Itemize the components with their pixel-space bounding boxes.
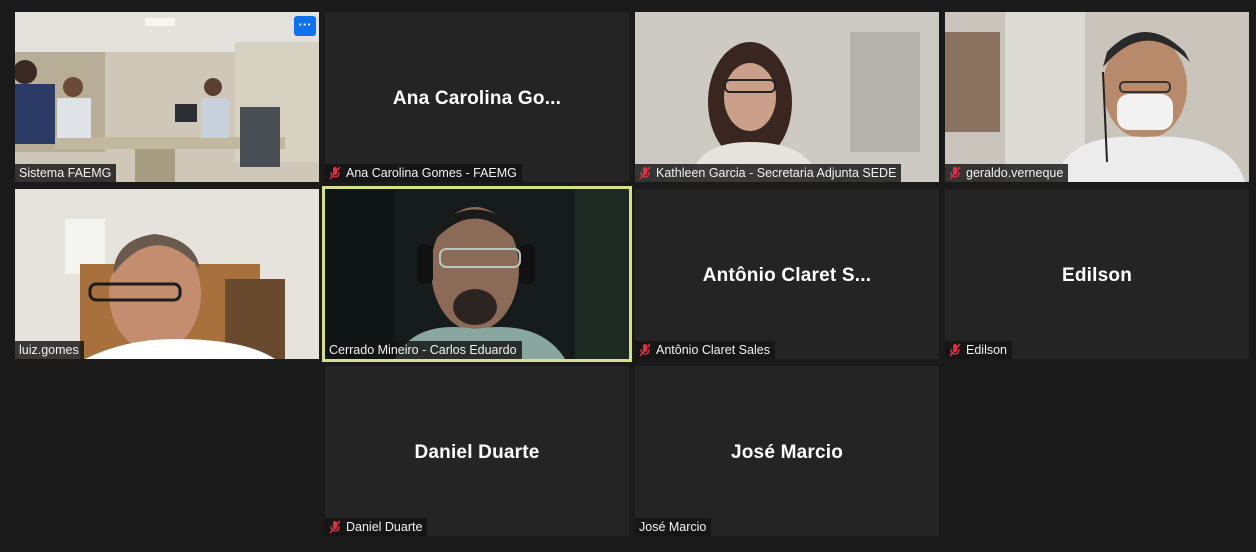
participant-name-label: Ana Carolina Gomes - FAEMG (325, 164, 522, 182)
video-tile-daniel-duarte[interactable]: Daniel Duarte Daniel Duarte (325, 366, 629, 536)
video-tile-edilson[interactable]: Edilson Edilson (945, 189, 1249, 359)
participant-display-name: José Marcio (730, 442, 844, 463)
muted-mic-icon (329, 166, 341, 180)
video-tile-geraldo-verneque[interactable]: geraldo.verneque (945, 12, 1249, 182)
participant-display-name: Ana Carolina Go... (392, 88, 562, 109)
video-tile-cerrado-mineiro-active-speaker[interactable]: Cerrado Mineiro - Carlos Eduardo (322, 186, 632, 362)
participant-video (325, 189, 629, 359)
muted-mic-icon (949, 343, 961, 357)
participant-video (945, 12, 1249, 182)
participant-video (635, 12, 939, 182)
video-tile-jose-marcio[interactable]: José Marcio José Marcio (635, 366, 939, 536)
more-options-button[interactable]: ··· (294, 16, 316, 36)
muted-mic-icon (639, 343, 651, 357)
participant-display-name: Edilson (1061, 265, 1132, 286)
participant-name-label: Sistema FAEMG (15, 164, 117, 182)
participant-name-label: geraldo.verneque (945, 164, 1069, 182)
video-tile-antonio-claret[interactable]: Antônio Claret S... Antônio Claret Sales (635, 189, 939, 359)
video-tile-sistema-faemg[interactable]: ··· Sistema FAEMG (15, 12, 319, 182)
participant-display-name: Antônio Claret S... (702, 265, 872, 286)
participant-name-label: luiz.gomes (15, 341, 84, 359)
more-options-icon: ··· (298, 17, 312, 32)
muted-mic-icon (949, 166, 961, 180)
participant-name-label: Edilson (945, 341, 1012, 359)
participant-name-label: Cerrado Mineiro - Carlos Eduardo (325, 341, 522, 359)
video-tile-kathleen-garcia[interactable]: Kathleen Garcia - Secretaria Adjunta SED… (635, 12, 939, 182)
conference-room-video (15, 12, 319, 182)
participant-name-label: Kathleen Garcia - Secretaria Adjunta SED… (635, 164, 902, 182)
participant-name-label: Daniel Duarte (325, 518, 428, 536)
participant-name-label: Antônio Claret Sales (635, 341, 775, 359)
video-tile-luiz-gomes[interactable]: luiz.gomes (15, 189, 319, 359)
muted-mic-icon (639, 166, 651, 180)
participant-name-label: José Marcio (635, 518, 712, 536)
participant-display-name: Daniel Duarte (414, 442, 540, 463)
muted-mic-icon (329, 520, 341, 534)
video-tile-ana-carolina[interactable]: Ana Carolina Go... Ana Carolina Gomes - … (325, 12, 629, 182)
participant-video (15, 189, 319, 359)
